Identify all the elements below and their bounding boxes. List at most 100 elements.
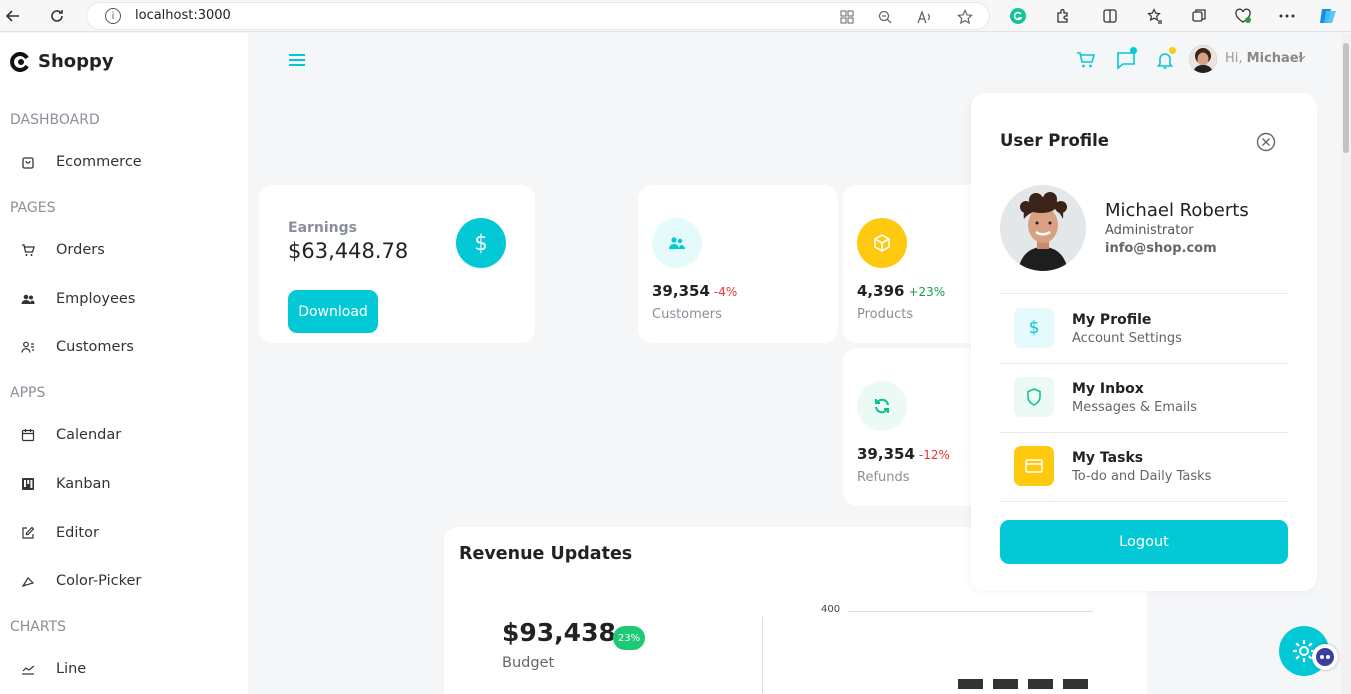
- greeting-username: Michael: [1246, 51, 1304, 66]
- collections-icon[interactable]: [1188, 5, 1210, 27]
- sidebar-item-kanban[interactable]: Kanban: [20, 476, 111, 492]
- copilot-browser-icon[interactable]: [1317, 5, 1339, 27]
- earnings-label: Earnings: [288, 220, 358, 236]
- zoom-icon[interactable]: [875, 7, 895, 27]
- my-inbox-item[interactable]: My Inbox Messages & Emails: [1000, 370, 1288, 426]
- user-greeting[interactable]: Hi, Michael: [1225, 51, 1303, 66]
- more-menu-icon[interactable]: [1276, 5, 1298, 27]
- bell-notification-dot: [1169, 47, 1176, 54]
- brand-logo[interactable]: Shoppy: [10, 51, 114, 72]
- grammarly-icon[interactable]: [1007, 5, 1029, 27]
- products-value: 4,396: [857, 282, 905, 300]
- sidebar-item-orders[interactable]: Orders: [20, 242, 105, 258]
- customers-label: Customers: [652, 307, 722, 322]
- refunds-stat: 39,354 -12%: [857, 445, 950, 463]
- person-list-icon: [20, 339, 36, 355]
- calendar-icon: [20, 427, 36, 443]
- products-label: Products: [857, 307, 914, 322]
- avatar[interactable]: [1189, 45, 1217, 73]
- url-text: localhost:3000: [135, 8, 231, 23]
- copilot-icon[interactable]: [1312, 644, 1338, 670]
- sidebar-item-label: Orders: [56, 242, 105, 258]
- extensions-icon[interactable]: [1052, 5, 1074, 27]
- dollar-icon[interactable]: $: [456, 218, 506, 268]
- sidebar-item-label: Calendar: [56, 427, 122, 443]
- profile-email: info@shop.com: [1105, 241, 1217, 256]
- profile-role: Administrator: [1105, 223, 1194, 238]
- sidebar-item-label: Employees: [56, 291, 136, 307]
- divider: [1000, 501, 1288, 502]
- favorite-star-icon[interactable]: [955, 7, 975, 27]
- edit-icon: [20, 525, 36, 541]
- section-charts: CHARTS: [10, 619, 67, 635]
- split-screen-icon[interactable]: [1099, 5, 1121, 27]
- browser-toolbar: i localhost:3000: [0, 0, 1351, 32]
- sidebar-item-line[interactable]: Line: [20, 661, 86, 677]
- sidebar-item-ecommerce[interactable]: Ecommerce: [20, 154, 142, 170]
- refresh-icon[interactable]: [46, 5, 68, 27]
- back-icon[interactable]: [2, 5, 24, 27]
- sidebar-item-label: Line: [56, 661, 87, 677]
- dollar-icon: $: [1014, 308, 1054, 348]
- divider: [1000, 293, 1288, 294]
- sidebar-item-label: Kanban: [56, 476, 111, 492]
- chart-bar: [1028, 679, 1053, 689]
- my-profile-item[interactable]: $ My Profile Account Settings: [1000, 301, 1288, 357]
- chat-notification-dot: [1130, 47, 1137, 54]
- scrollbar-thumb[interactable]: [1343, 43, 1349, 153]
- chart-y-tick: 400: [821, 604, 841, 615]
- sidebar-item-calendar[interactable]: Calendar: [20, 427, 121, 443]
- item-desc: Account Settings: [1072, 331, 1182, 346]
- cart-icon: [1077, 52, 1096, 68]
- health-icon[interactable]: [1232, 5, 1254, 27]
- divider: [1000, 363, 1288, 364]
- favorites-icon[interactable]: [1144, 5, 1166, 27]
- earnings-card: Earnings $63,448.78 $ Download: [259, 185, 535, 343]
- logout-button[interactable]: Logout: [1000, 520, 1288, 564]
- app-grid-icon[interactable]: [837, 7, 857, 27]
- item-title: My Inbox: [1072, 381, 1144, 397]
- sidebar-item-editor[interactable]: Editor: [20, 525, 99, 541]
- customers-value: 39,354: [652, 282, 710, 300]
- section-apps: APPS: [10, 385, 46, 401]
- sidebar-item-employees[interactable]: Employees: [20, 291, 135, 307]
- kanban-icon: [20, 476, 36, 492]
- chart-bar: [1063, 679, 1088, 689]
- download-button[interactable]: Download: [288, 290, 378, 333]
- refunds-pct: -12%: [918, 448, 950, 462]
- budget-label: Budget: [502, 655, 555, 671]
- address-bar[interactable]: i localhost:3000: [86, 2, 990, 30]
- customers-stat: 39,354 -4%: [652, 282, 737, 300]
- cart-button[interactable]: [1076, 50, 1098, 72]
- menu-toggle-icon[interactable]: [289, 52, 305, 68]
- section-pages: PAGES: [10, 200, 56, 216]
- brand-name: Shoppy: [38, 51, 114, 72]
- customers-icon[interactable]: [652, 218, 702, 268]
- refunds-label: Refunds: [857, 470, 910, 485]
- customers-pct: -4%: [713, 285, 738, 299]
- site-info-icon[interactable]: i: [105, 8, 121, 24]
- chart-gridline: [848, 611, 1093, 612]
- products-pct: +23%: [908, 285, 946, 299]
- products-stat: 4,396 +23%: [857, 282, 945, 300]
- shoppy-logo-icon: [10, 51, 29, 72]
- sidebar-item-customers[interactable]: Customers: [20, 339, 134, 355]
- budget-value: $93,438: [502, 618, 616, 647]
- refunds-icon[interactable]: [857, 381, 907, 431]
- scrollbar[interactable]: [1341, 33, 1351, 694]
- budget-badge: 23%: [613, 626, 645, 650]
- sidebar-item-color-picker[interactable]: Color-Picker: [20, 573, 141, 589]
- chevron-down-icon[interactable]: [1298, 53, 1306, 64]
- close-icon[interactable]: [1256, 132, 1276, 152]
- item-title: My Tasks: [1072, 450, 1144, 466]
- sidebar-item-label: Editor: [56, 525, 99, 541]
- read-aloud-icon[interactable]: [915, 7, 935, 27]
- greeting-text: Hi,: [1225, 51, 1243, 66]
- products-icon[interactable]: [857, 218, 907, 268]
- bag-icon: [20, 154, 36, 170]
- refunds-value: 39,354: [857, 445, 915, 463]
- my-tasks-item[interactable]: My Tasks To-do and Daily Tasks: [1000, 439, 1288, 495]
- chart-bar: [993, 679, 1018, 689]
- profile-avatar: [1000, 185, 1086, 271]
- line-chart-icon: [20, 661, 36, 677]
